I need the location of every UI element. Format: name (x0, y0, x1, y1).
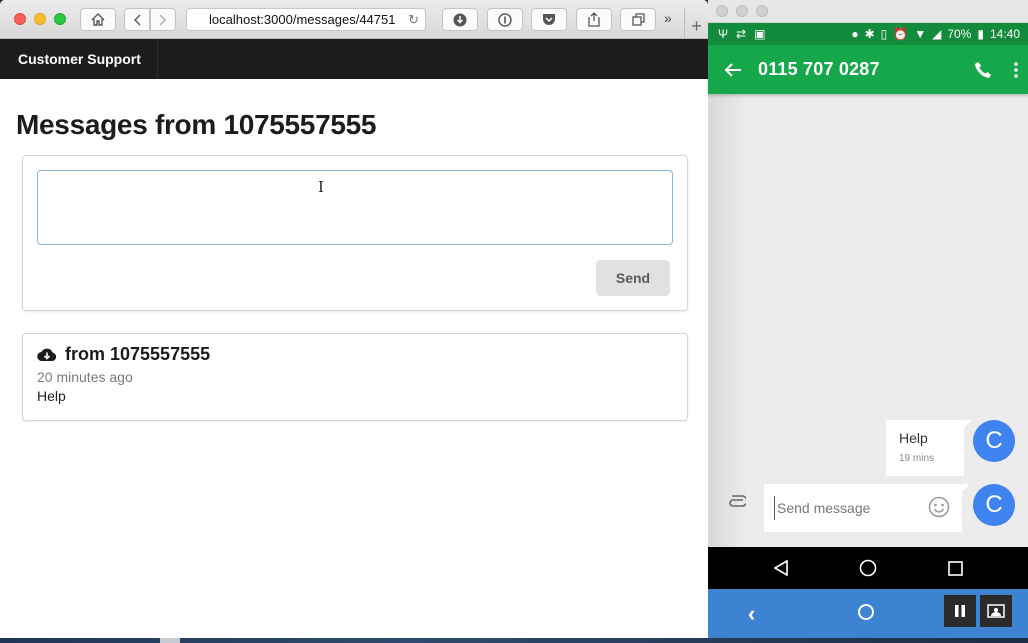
pause-button[interactable] (944, 595, 976, 627)
chevron-left-icon (134, 14, 141, 25)
page-title: Messages from 1075557555 (16, 109, 377, 140)
image-icon (987, 604, 1005, 618)
message-composer (764, 484, 970, 532)
alarm-icon: ⏰ (893, 27, 909, 41)
screenshot-button[interactable] (980, 595, 1012, 627)
cloud-download-icon (37, 348, 57, 361)
nav-recents-icon[interactable] (947, 560, 963, 576)
zoom-window-button[interactable] (54, 13, 66, 25)
tabs-icon (631, 13, 645, 26)
share-icon (588, 12, 600, 27)
emulator-minimize-button[interactable] (736, 5, 748, 17)
reload-icon[interactable]: ↻ (408, 9, 419, 30)
brand-link[interactable]: Customer Support (0, 39, 158, 79)
phone-status-bar: Ψ ⇄ ▣ ● ✱ ▯ ⏰ ▼ ◢ 70% ▮ 14:40 (708, 23, 1028, 45)
back-button[interactable] (124, 8, 150, 31)
usb-icon: Ψ (718, 27, 729, 41)
page-content: Messages from 1075557555 I Send from 107… (0, 109, 708, 421)
close-window-button[interactable] (14, 13, 26, 25)
composer-avatar[interactable]: C (973, 484, 1015, 526)
home-button[interactable] (80, 8, 116, 31)
nav-home-icon[interactable] (859, 559, 877, 577)
send-button[interactable]: Send (596, 260, 670, 296)
contact-number: 0115 707 0287 (758, 59, 880, 79)
conversation-area: Help 19 mins C C (708, 94, 1028, 547)
compose-form: I Send (22, 155, 688, 311)
address-bar[interactable]: localhost:3000/messages/44751 ↻ (186, 8, 426, 31)
location-icon: ● (851, 27, 859, 41)
wifi-icon: ▼ (914, 27, 927, 41)
android-emulator-window: Ψ ⇄ ▣ ● ✱ ▯ ⏰ ▼ ◢ 70% ▮ 14:40 0115 707 0… (708, 0, 1028, 638)
pocket-button[interactable] (531, 8, 567, 31)
emulator-titlebar (708, 0, 1028, 23)
url-text: localhost:3000/messages/44751 (209, 12, 396, 27)
pause-icon (955, 605, 965, 617)
reader-button[interactable] (487, 8, 523, 31)
arrow-left-icon[interactable] (724, 62, 742, 78)
signal-icon: ◢ (932, 27, 942, 41)
android-system-nav (708, 547, 1028, 589)
pocket-icon (543, 14, 555, 25)
forward-button[interactable] (150, 8, 176, 31)
android-icon: ▣ (754, 27, 766, 41)
emulator-close-button[interactable] (716, 5, 728, 17)
bubble-text: Help (899, 430, 928, 446)
more-vertical-icon[interactable] (1014, 61, 1018, 78)
downloads-button[interactable] (442, 8, 478, 31)
minimize-window-button[interactable] (34, 13, 46, 25)
host-home-icon[interactable] (858, 604, 874, 620)
message-textarea[interactable] (37, 170, 673, 245)
message-card: from 1075557555 20 minutes ago Help (22, 333, 688, 421)
contact-avatar[interactable]: C (973, 420, 1015, 462)
bubble-time: 19 mins (899, 453, 935, 464)
emulator-host-nav: ‹ (708, 589, 1028, 638)
new-tab-button[interactable]: + (684, 8, 708, 39)
info-icon (498, 12, 512, 27)
tabs-button[interactable] (620, 8, 656, 31)
message-header: from 1075557555 (37, 344, 673, 365)
bluetooth-icon: ✱ (864, 27, 875, 41)
browser-window: localhost:3000/messages/44751 ↻ » + Cust… (0, 0, 708, 638)
clock: 14:40 (989, 27, 1020, 41)
sync-icon: ⇄ (736, 27, 747, 41)
text-cursor-icon: I (318, 178, 324, 196)
nav-back-icon[interactable] (773, 560, 788, 576)
paperclip-icon[interactable] (726, 494, 746, 508)
app-navbar: Customer Support (0, 39, 708, 79)
phone-app-bar: 0115 707 0287 (708, 45, 1028, 94)
incoming-message-bubble[interactable]: Help 19 mins (886, 420, 972, 476)
battery-icon: ▮ (977, 27, 984, 41)
message-timestamp: 20 minutes ago (37, 369, 133, 385)
emoji-icon[interactable] (928, 496, 950, 518)
battery-level: 70% (947, 27, 972, 41)
phone-call-icon[interactable] (974, 61, 992, 79)
host-back-icon[interactable]: ‹ (748, 601, 755, 627)
download-icon (453, 13, 467, 26)
vibrate-icon: ▯ (880, 27, 888, 41)
share-button[interactable] (576, 8, 612, 31)
emulator-zoom-button[interactable] (756, 5, 768, 17)
chevron-right-icon (159, 14, 166, 25)
message-sender: from 1075557555 (65, 344, 211, 364)
message-body: Help (37, 388, 66, 404)
home-icon (91, 13, 105, 26)
send-message-input[interactable] (774, 496, 924, 520)
overflow-chevron-icon[interactable]: » (664, 10, 672, 26)
browser-toolbar: localhost:3000/messages/44751 ↻ » + (0, 0, 708, 39)
